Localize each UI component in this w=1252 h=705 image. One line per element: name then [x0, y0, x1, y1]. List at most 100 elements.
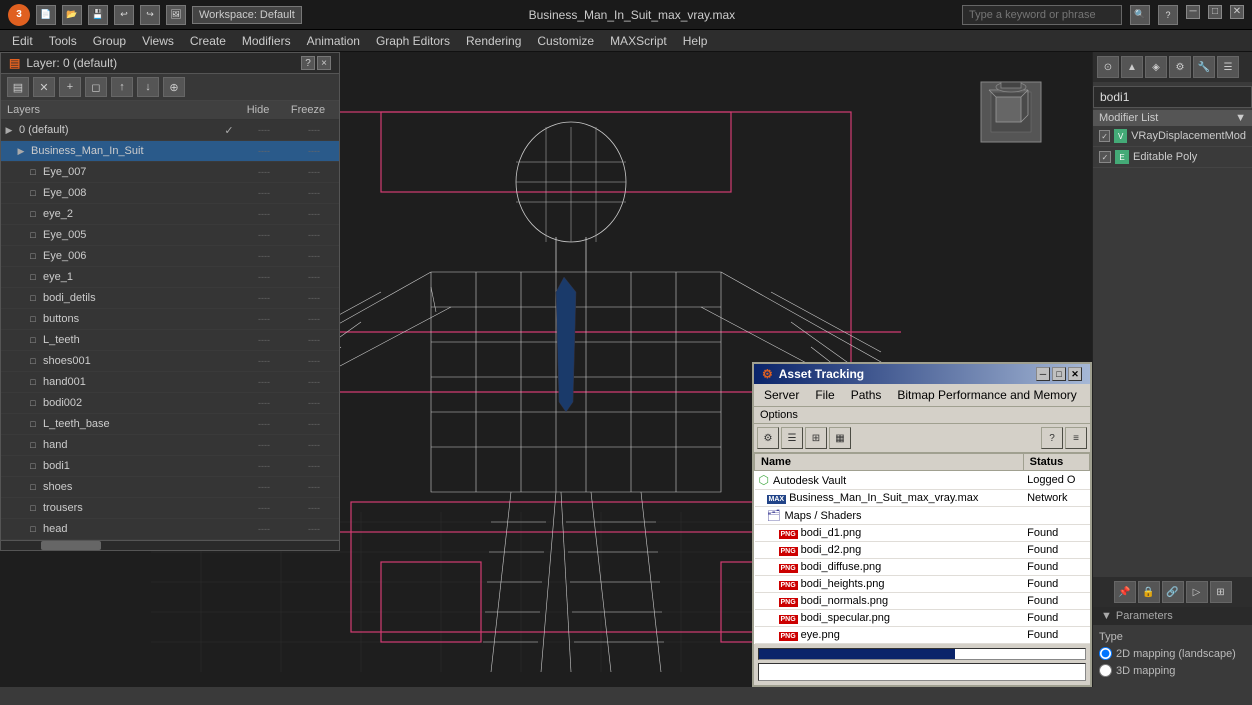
asset-table-row[interactable]: PNGbodi_d2.png Found [755, 542, 1090, 559]
layer-item[interactable]: □ eye_2 ---- ---- [1, 204, 339, 225]
menu-maxscript[interactable]: MAXScript [602, 32, 675, 50]
asset-table-row[interactable]: PNGbodi_d1.png Found [755, 525, 1090, 542]
layers-close-btn[interactable]: × [317, 56, 331, 70]
type-3d-row[interactable]: 3D mapping [1099, 664, 1246, 677]
layer-item[interactable]: □ bodi1 ---- ---- [1, 456, 339, 477]
asset-table-container[interactable]: Name Status ⬡Autodesk Vault Logged O MAX… [754, 453, 1090, 644]
help-btn[interactable]: ? [1158, 5, 1178, 25]
layers-help-btn[interactable]: ? [301, 56, 315, 70]
layer-item[interactable]: □ Eye_005 ---- ---- [1, 225, 339, 246]
layer-item[interactable]: ▶ 0 (default) ✓ ---- ---- [1, 120, 339, 141]
right-btn-4[interactable]: ⚙ [1169, 56, 1191, 78]
right-btn-2[interactable]: ▲ [1121, 56, 1143, 78]
modifier-pin-btn[interactable]: 📌 [1114, 581, 1136, 603]
asset-table-row[interactable]: PNGbodi_diffuse.png Found [755, 559, 1090, 576]
open-btn[interactable]: 📂 [62, 5, 82, 25]
layer-item[interactable]: □ L_teeth ---- ---- [1, 330, 339, 351]
layer-item[interactable]: □ eye_1 ---- ---- [1, 267, 339, 288]
layer-move-btn[interactable]: ↑ [111, 77, 133, 97]
asset-minimize-btn[interactable]: ─ [1036, 367, 1050, 381]
save-btn[interactable]: 💾 [88, 5, 108, 25]
asset-menu-file[interactable]: File [807, 386, 842, 404]
undo-btn[interactable]: ↩ [114, 5, 134, 25]
asset-tool-btn-4[interactable]: ▦ [829, 427, 851, 449]
layer-item[interactable]: □ shoes001 ---- ---- [1, 351, 339, 372]
layer-item[interactable]: □ bodi_detils ---- ---- [1, 288, 339, 309]
asset-table-row[interactable]: PNGbodi_heights.png Found [755, 576, 1090, 593]
asset-close-btn[interactable]: ✕ [1068, 367, 1082, 381]
asset-settings-tool-btn[interactable]: ≡ [1065, 427, 1087, 449]
redo-btn[interactable]: ↪ [140, 5, 160, 25]
type-3d-radio[interactable] [1099, 664, 1112, 677]
type-2d-row[interactable]: 2D mapping (landscape) [1099, 647, 1246, 660]
layer-item[interactable]: □ shoes ---- ---- [1, 477, 339, 498]
minimize-btn[interactable]: ─ [1186, 5, 1200, 19]
asset-tool-btn-1[interactable]: ⚙ [757, 427, 779, 449]
asset-help-tool-btn[interactable]: ? [1041, 427, 1063, 449]
menu-modifiers[interactable]: Modifiers [234, 32, 299, 50]
asset-table-row[interactable]: PNGeye.png Found [755, 627, 1090, 644]
modifier-grid-btn[interactable]: ⊞ [1210, 581, 1232, 603]
asset-menu-options-label[interactable]: Options [760, 409, 798, 421]
type-2d-radio[interactable] [1099, 647, 1112, 660]
search-input[interactable] [962, 5, 1122, 25]
right-btn-3[interactable]: ◈ [1145, 56, 1167, 78]
layer-delete-btn[interactable]: ✕ [33, 77, 55, 97]
layer-item[interactable]: □ trousers ---- ---- [1, 498, 339, 519]
asset-maximize-btn[interactable]: □ [1052, 367, 1066, 381]
menu-help[interactable]: Help [675, 32, 716, 50]
layer-item[interactable]: □ bodi002 ---- ---- [1, 393, 339, 414]
render-preview[interactable]: 🖼 [166, 5, 186, 25]
layer-item[interactable]: □ L_teeth_base ---- ---- [1, 414, 339, 435]
modifier-link-btn[interactable]: 🔗 [1162, 581, 1184, 603]
layer-item[interactable]: □ Eye_006 ---- ---- [1, 246, 339, 267]
object-name-field[interactable] [1093, 86, 1252, 108]
asset-tool-btn-2[interactable]: ☰ [781, 427, 803, 449]
layer-add-btn[interactable]: + [59, 77, 81, 97]
maximize-btn[interactable]: □ [1208, 5, 1222, 19]
asset-table-row[interactable]: 🗂Maps / Shaders [755, 507, 1090, 525]
workspace-selector[interactable]: Workspace: Default [192, 6, 302, 24]
modifier-checkbox[interactable]: ✓ [1099, 130, 1110, 142]
layer-copy-btn[interactable]: ⊕ [163, 77, 185, 97]
right-btn-1[interactable]: ⊙ [1097, 56, 1119, 78]
layer-icon-btn[interactable]: ▤ [7, 77, 29, 97]
modifier-checkbox[interactable]: ✓ [1099, 151, 1111, 163]
menu-edit[interactable]: Edit [4, 32, 41, 50]
menu-create[interactable]: Create [182, 32, 234, 50]
asset-table-row[interactable]: ⬡Autodesk Vault Logged O [755, 471, 1090, 490]
search-btn[interactable]: 🔍 [1130, 5, 1150, 25]
layer-item[interactable]: □ hand ---- ---- [1, 435, 339, 456]
modifier-lock-btn[interactable]: 🔒 [1138, 581, 1160, 603]
modifier-anim-btn[interactable]: ▷ [1186, 581, 1208, 603]
layer-item[interactable]: □ Eye_007 ---- ---- [1, 162, 339, 183]
asset-menu-paths[interactable]: Paths [843, 386, 890, 404]
layer-item[interactable]: □ buttons ---- ---- [1, 309, 339, 330]
layer-item[interactable]: □ Eye_008 ---- ---- [1, 183, 339, 204]
layer-down-btn[interactable]: ↓ [137, 77, 159, 97]
asset-table-row[interactable]: PNGbodi_normals.png Found [755, 593, 1090, 610]
new-btn[interactable]: 📄 [36, 5, 56, 25]
layer-item[interactable]: □ head ---- ---- [1, 519, 339, 540]
layer-item[interactable]: ▶ Business_Man_In_Suit ---- ---- [1, 141, 339, 162]
asset-table-row[interactable]: MAXBusiness_Man_In_Suit_max_vray.max Net… [755, 490, 1090, 507]
asset-menu-server[interactable]: Server [756, 386, 807, 404]
layer-select-btn[interactable]: ◻ [85, 77, 107, 97]
menu-graph-editors[interactable]: Graph Editors [368, 32, 458, 50]
modifier-entry[interactable]: ✓ E Editable Poly [1093, 147, 1252, 168]
right-btn-6[interactable]: ☰ [1217, 56, 1239, 78]
right-btn-5[interactable]: 🔧 [1193, 56, 1215, 78]
menu-rendering[interactable]: Rendering [458, 32, 529, 50]
menu-animation[interactable]: Animation [299, 32, 368, 50]
asset-tool-btn-3[interactable]: ⊞ [805, 427, 827, 449]
close-btn[interactable]: ✕ [1230, 5, 1244, 19]
asset-menu-bitmap[interactable]: Bitmap Performance and Memory [889, 386, 1084, 404]
asset-path-input[interactable] [758, 663, 1086, 681]
menu-group[interactable]: Group [85, 32, 134, 50]
menu-tools[interactable]: Tools [41, 32, 85, 50]
menu-views[interactable]: Views [134, 32, 182, 50]
layer-item[interactable]: □ hand001 ---- ---- [1, 372, 339, 393]
layers-scrollbar[interactable] [1, 540, 339, 550]
modifier-list-arrow[interactable]: ▼ [1235, 112, 1246, 124]
viewport[interactable]: [ + ] [Perspective] [Shaded + Edged Face… [0, 52, 1092, 687]
